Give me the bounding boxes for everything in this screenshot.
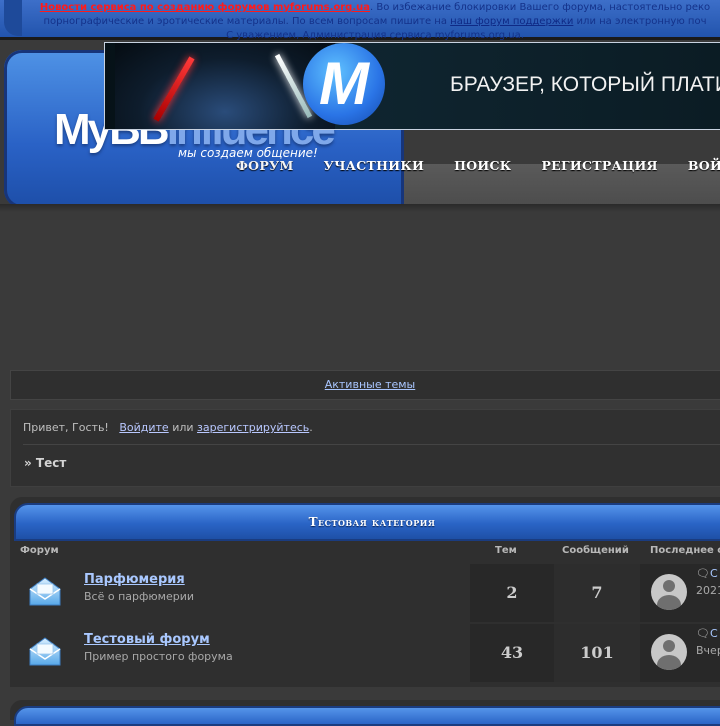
nav-forum[interactable]: ФОРУМ <box>236 158 294 180</box>
nav-members[interactable]: УЧАСТНИКИ <box>324 158 425 180</box>
notice-text: Новости сервиса по созданию форумов myfo… <box>30 1 720 43</box>
nav-login[interactable]: ВОЙТИ <box>688 158 720 180</box>
forum-name-link[interactable]: Тестовый форум <box>84 632 210 647</box>
welcome-or: или <box>172 421 194 434</box>
forum-topics-count: 43 <box>470 624 554 682</box>
column-last-post: Последнее с <box>650 545 720 556</box>
notice-bar: Новости сервиса по созданию форумов myfo… <box>0 0 720 43</box>
nav-search[interactable]: ПОИСК <box>454 158 511 180</box>
forum-name-link[interactable]: Парфюмерия <box>84 572 185 587</box>
envelope-icon <box>29 577 61 606</box>
forum-last-post: 🗨С Вчер <box>640 624 720 682</box>
active-topics-bar: Активные темы <box>10 370 720 400</box>
notice-line-1: Новости сервиса по созданию форумов myfo… <box>30 1 720 15</box>
forum-description: Всё о парфюмерии <box>84 590 195 603</box>
forum-main-cell: Тестовый форум Пример простого форума <box>10 624 470 682</box>
forum-topics-count: 2 <box>470 564 554 622</box>
forum-row: Парфюмерия Всё о парфюмерии 2 7 🗨С 2021 <box>10 564 720 624</box>
column-forum: Форум <box>20 545 59 556</box>
welcome-dot: . <box>309 421 313 434</box>
speech-bubble-icon: 🗨 <box>696 567 710 580</box>
ad-red-light <box>153 56 195 122</box>
ad-browser-logo-icon: M <box>303 43 385 125</box>
forum-main-cell: Парфюмерия Всё о парфюмерии <box>10 564 470 622</box>
last-post-date: Вчер <box>696 644 720 657</box>
next-category-header <box>10 700 720 726</box>
welcome-divider <box>23 444 720 445</box>
support-forum-link[interactable]: наш форум поддержки <box>450 16 573 27</box>
ad-car-image <box>115 43 335 129</box>
welcome-box: Привет, Гость! Войдите или зарегистрируй… <box>10 409 720 487</box>
avatar[interactable] <box>651 574 687 610</box>
category-block: Тестовая категория Форум Тем Сообщений П… <box>10 497 720 687</box>
column-topics: Тем <box>495 545 517 556</box>
active-topics-link[interactable]: Активные темы <box>325 378 416 391</box>
forum-description: Пример простого форума <box>84 650 233 663</box>
last-post-date: 2021 <box>696 584 720 597</box>
notice-line-3: С уважением, Администрация сервиса myfor… <box>226 30 524 41</box>
guest-greeting: Привет, Гость! <box>23 421 109 434</box>
column-posts: Сообщений <box>562 545 629 556</box>
category-title[interactable]: Тестовая категория <box>16 515 720 529</box>
forum-posts-count: 7 <box>554 564 640 622</box>
header-shadow <box>0 204 720 212</box>
site-header: MyBBInfluence мы создаем общение! M БРАУ… <box>0 42 720 212</box>
notice-text-1: . Во избежание блокировки Вашего форума,… <box>370 2 711 13</box>
envelope-icon <box>29 637 61 666</box>
news-link[interactable]: Новости сервиса по созданию форумов myfo… <box>40 2 370 13</box>
forum-posts-count: 101 <box>554 624 640 682</box>
speech-bubble-icon: 🗨 <box>696 627 710 640</box>
category-header: Тестовая категория <box>14 503 720 541</box>
notice-line-2: порнографические и эротические материалы… <box>30 15 720 29</box>
avatar[interactable] <box>651 634 687 670</box>
register-link[interactable]: зарегистрируйтесь <box>197 421 309 434</box>
last-post-link[interactable]: 🗨С <box>696 627 718 640</box>
last-post-title[interactable]: С <box>710 627 718 640</box>
login-link[interactable]: Войдите <box>119 421 168 434</box>
last-post-link[interactable]: 🗨С <box>696 567 718 580</box>
welcome-line: Привет, Гость! Войдите или зарегистрируй… <box>23 421 313 434</box>
notice-text-3: или на электронную поч <box>576 16 707 27</box>
notice-text-2: порнографические и эротические материалы… <box>43 16 447 27</box>
ad-banner[interactable]: M БРАУЗЕР, КОТОРЫЙ ПЛАТИ <box>104 42 720 130</box>
main-nav: ФОРУМ УЧАСТНИКИ ПОИСК РЕГИСТРАЦИЯ ВОЙТИ <box>236 158 720 180</box>
nav-register[interactable]: РЕГИСТРАЦИЯ <box>541 158 657 180</box>
ad-text: БРАУЗЕР, КОТОРЫЙ ПЛАТИ <box>450 73 720 96</box>
breadcrumb[interactable]: » Тест <box>24 456 66 470</box>
forum-last-post: 🗨С 2021 <box>640 564 720 622</box>
forum-row: Тестовый форум Пример простого форума 43… <box>10 624 720 684</box>
last-post-title[interactable]: С <box>710 567 718 580</box>
